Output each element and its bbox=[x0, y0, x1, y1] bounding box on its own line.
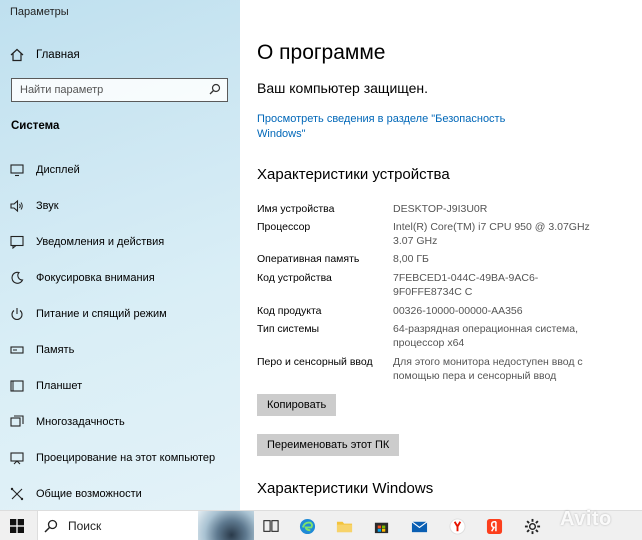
taskbar-search[interactable]: Поиск bbox=[37, 511, 199, 540]
taskbar: Поиск bbox=[0, 510, 642, 540]
spec-row-product-id: Код продукта 00326-10000-00000-AA356 bbox=[257, 304, 637, 318]
sidebar-item-label: Питание и спящий режим bbox=[36, 308, 167, 320]
sidebar-item-storage[interactable]: Память bbox=[10, 341, 74, 359]
spec-key: Имя устройства bbox=[257, 203, 335, 215]
spec-value: 7FEBCED1-044C-49BA-9AC6-9F0FFE8734C C bbox=[393, 272, 539, 298]
sidebar-item-label: Уведомления и действия bbox=[36, 236, 165, 248]
home-icon bbox=[10, 48, 24, 62]
spec-row-system-type: Тип системы 64-разрядная операционная си… bbox=[257, 322, 637, 350]
sidebar-item-label: Многозадачность bbox=[36, 416, 125, 428]
sidebar-item-display[interactable]: Дисплей bbox=[10, 161, 80, 179]
security-details-link[interactable]: Просмотреть сведения в разделе "Безопасн… bbox=[257, 112, 517, 142]
spec-row-device-name: Имя устройства DESKTOP-J9I3U0R bbox=[257, 202, 637, 216]
task-view-icon[interactable] bbox=[262, 517, 280, 535]
sidebar-item-label: Общие возможности bbox=[36, 488, 142, 500]
shared-experiences-icon bbox=[10, 487, 24, 501]
display-icon bbox=[10, 163, 24, 177]
sidebar-item-focus-assist[interactable]: Фокусировка внимания bbox=[10, 269, 155, 287]
spec-value: Intel(R) Core(TM) i7 CPU 950 @ 3.07GHz 3… bbox=[393, 221, 590, 247]
search-highlight-image bbox=[198, 511, 254, 540]
storage-icon bbox=[10, 343, 24, 357]
spec-row-device-id: Код устройства 7FEBCED1-044C-49BA-9AC6-9… bbox=[257, 271, 637, 299]
windows-start-icon[interactable] bbox=[10, 519, 24, 533]
spec-key: Перо и сенсорный ввод bbox=[257, 356, 373, 368]
sidebar-home[interactable]: Главная bbox=[10, 46, 80, 64]
power-icon bbox=[10, 307, 24, 321]
sidebar-item-sound[interactable]: Звук bbox=[10, 197, 59, 215]
spec-key: Тип системы bbox=[257, 323, 320, 335]
store-icon[interactable] bbox=[372, 517, 390, 535]
edge-icon[interactable] bbox=[298, 517, 316, 535]
sidebar-item-label: Фокусировка внимания bbox=[36, 272, 155, 284]
sidebar-item-label: Проецирование на этот компьютер bbox=[36, 452, 216, 464]
spec-row-ram: Оперативная память 8,00 ГБ bbox=[257, 252, 637, 266]
sidebar-item-multitasking[interactable]: Многозадачность bbox=[10, 413, 125, 431]
sidebar-home-label: Главная bbox=[36, 49, 80, 61]
spec-value: DESKTOP-J9I3U0R bbox=[393, 203, 488, 215]
device-specs-heading: Характеристики устройства bbox=[257, 166, 450, 183]
search-icon bbox=[44, 519, 58, 533]
sidebar-item-shared-experiences[interactable]: Общие возможности bbox=[10, 485, 142, 503]
settings-search-input[interactable]: Найти параметр bbox=[11, 78, 228, 102]
yandex-browser-icon[interactable] bbox=[448, 517, 466, 535]
spec-key: Код устройства bbox=[257, 272, 332, 284]
sidebar-item-label: Дисплей bbox=[36, 164, 80, 176]
protection-status: Ваш компьютер защищен. bbox=[257, 80, 429, 96]
settings-search-placeholder: Найти параметр bbox=[20, 84, 104, 96]
page-title: О программе bbox=[257, 41, 386, 64]
window-title: Параметры bbox=[10, 6, 69, 18]
yandex-icon[interactable] bbox=[485, 517, 503, 535]
sidebar-item-tablet[interactable]: Планшет bbox=[10, 377, 82, 395]
sidebar-item-label: Звук bbox=[36, 200, 59, 212]
sidebar-item-label: Память bbox=[36, 344, 75, 356]
projecting-icon bbox=[10, 451, 24, 465]
tablet-icon bbox=[10, 379, 24, 393]
file-explorer-icon[interactable] bbox=[335, 517, 353, 535]
sidebar-item-power[interactable]: Питание и спящий режим bbox=[10, 305, 167, 323]
sidebar-item-projecting[interactable]: Проецирование на этот компьютер bbox=[10, 449, 215, 467]
rename-pc-button[interactable]: Переименовать этот ПК bbox=[257, 434, 400, 456]
spec-value: 64-разрядная операционная система, проце… bbox=[393, 323, 579, 349]
multitasking-icon bbox=[10, 415, 24, 429]
sound-icon bbox=[10, 199, 24, 213]
sidebar: Параметры Главная Найти параметр Система… bbox=[0, 0, 240, 510]
spec-key: Код продукта bbox=[257, 305, 322, 317]
main-content: О программе Ваш компьютер защищен. Просм… bbox=[240, 0, 642, 510]
settings-gear-icon[interactable] bbox=[523, 517, 541, 535]
sidebar-section-title: Система bbox=[11, 120, 60, 132]
windows-specs-heading: Характеристики Windows bbox=[257, 480, 434, 497]
mail-icon[interactable] bbox=[410, 517, 428, 535]
spec-row-processor: Процессор Intel(R) Core(TM) i7 CPU 950 @… bbox=[257, 220, 637, 248]
spec-row-pen-touch: Перо и сенсорный ввод Для этого монитора… bbox=[257, 355, 637, 383]
spec-value: 8,00 ГБ bbox=[393, 253, 429, 265]
focus-assist-icon bbox=[10, 271, 24, 285]
copy-button[interactable]: Копировать bbox=[257, 394, 337, 416]
spec-key: Процессор bbox=[257, 221, 311, 233]
avito-watermark: Avito bbox=[560, 508, 612, 530]
sidebar-item-notifications[interactable]: Уведомления и действия bbox=[10, 233, 164, 251]
search-icon bbox=[209, 83, 221, 95]
spec-value: 00326-10000-00000-AA356 bbox=[393, 305, 523, 317]
notifications-icon bbox=[10, 235, 24, 249]
spec-key: Оперативная память bbox=[257, 253, 360, 265]
spec-value: Для этого монитора недоступен ввод с пом… bbox=[393, 356, 583, 382]
taskbar-search-label: Поиск bbox=[68, 519, 102, 533]
sidebar-item-label: Планшет bbox=[36, 380, 83, 392]
